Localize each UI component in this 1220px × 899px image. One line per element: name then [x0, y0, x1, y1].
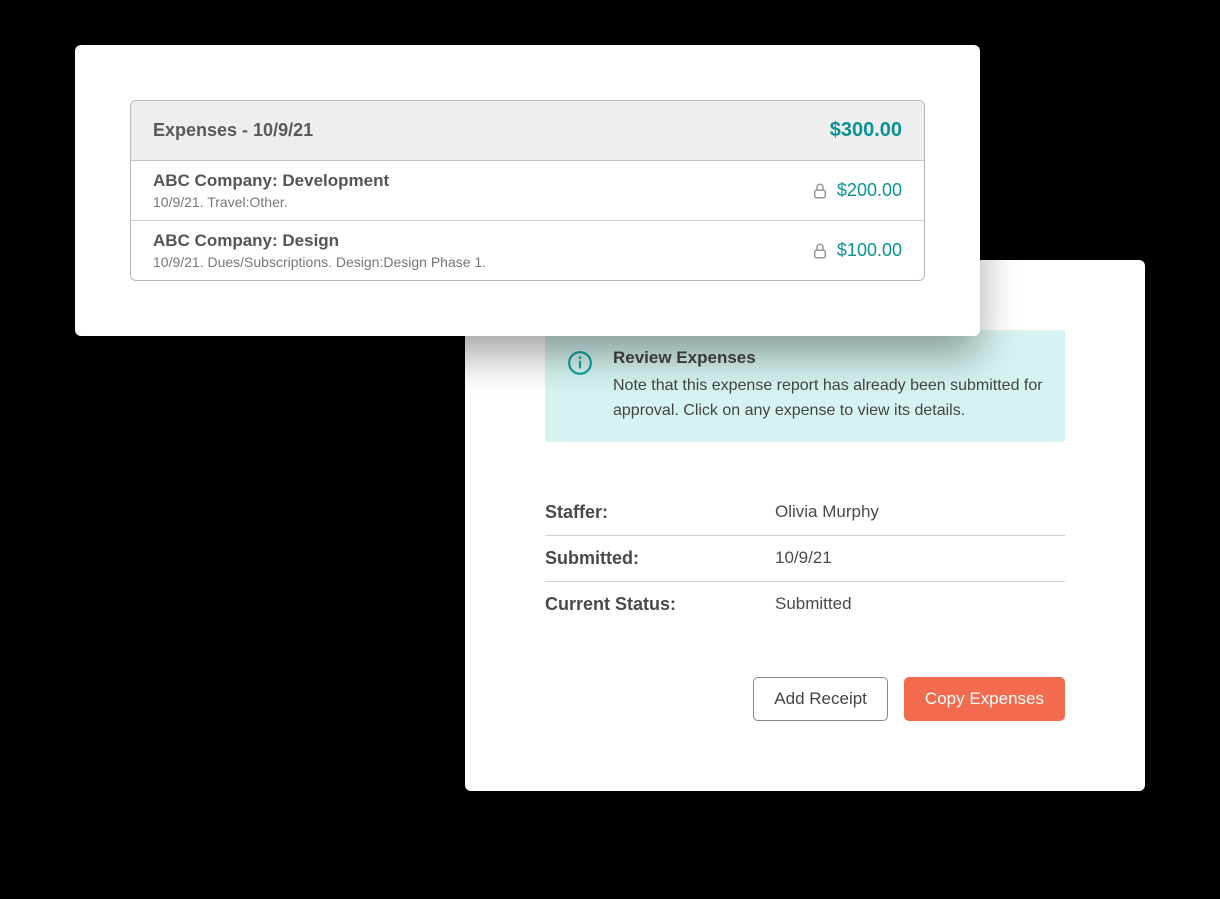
expense-header-title: Expenses - 10/9/21 [153, 120, 313, 141]
meta-label: Staffer: [545, 502, 775, 523]
meta-value: 10/9/21 [775, 548, 832, 569]
meta-value: Olivia Murphy [775, 502, 879, 523]
lock-icon [811, 242, 829, 260]
expense-table-header: Expenses - 10/9/21 $300.00 [131, 101, 924, 161]
expense-row-sub: 10/9/21. Dues/Subscriptions. Design:Desi… [153, 254, 486, 270]
lock-icon [811, 182, 829, 200]
info-title: Review Expenses [613, 348, 1043, 368]
meta-row-status: Current Status: Submitted [545, 582, 1065, 627]
expense-review-card: Review Expenses Note that this expense r… [465, 260, 1145, 791]
expense-row-amount: $200.00 [837, 180, 902, 201]
info-banner: Review Expenses Note that this expense r… [545, 330, 1065, 442]
copy-expenses-button[interactable]: Copy Expenses [904, 677, 1065, 721]
info-icon [567, 350, 593, 381]
expense-table: Expenses - 10/9/21 $300.00 ABC Company: … [130, 100, 925, 281]
add-receipt-button[interactable]: Add Receipt [753, 677, 888, 721]
expense-row-sub: 10/9/21. Travel:Other. [153, 194, 389, 210]
expense-row-name: ABC Company: Design [153, 231, 486, 251]
meta-value: Submitted [775, 594, 852, 615]
expense-row-name: ABC Company: Development [153, 171, 389, 191]
meta-row-staffer: Staffer: Olivia Murphy [545, 490, 1065, 536]
meta-label: Submitted: [545, 548, 775, 569]
action-bar: Add Receipt Copy Expenses [545, 677, 1065, 721]
expense-row-amount: $100.00 [837, 240, 902, 261]
meta-list: Staffer: Olivia Murphy Submitted: 10/9/2… [545, 490, 1065, 627]
info-body: Note that this expense report has alread… [613, 374, 1043, 424]
expense-list-card: Expenses - 10/9/21 $300.00 ABC Company: … [75, 45, 980, 336]
meta-label: Current Status: [545, 594, 775, 615]
expense-row[interactable]: ABC Company: Development 10/9/21. Travel… [131, 161, 924, 221]
expense-header-total: $300.00 [830, 119, 902, 142]
expense-row[interactable]: ABC Company: Design 10/9/21. Dues/Subscr… [131, 221, 924, 280]
meta-row-submitted: Submitted: 10/9/21 [545, 536, 1065, 582]
